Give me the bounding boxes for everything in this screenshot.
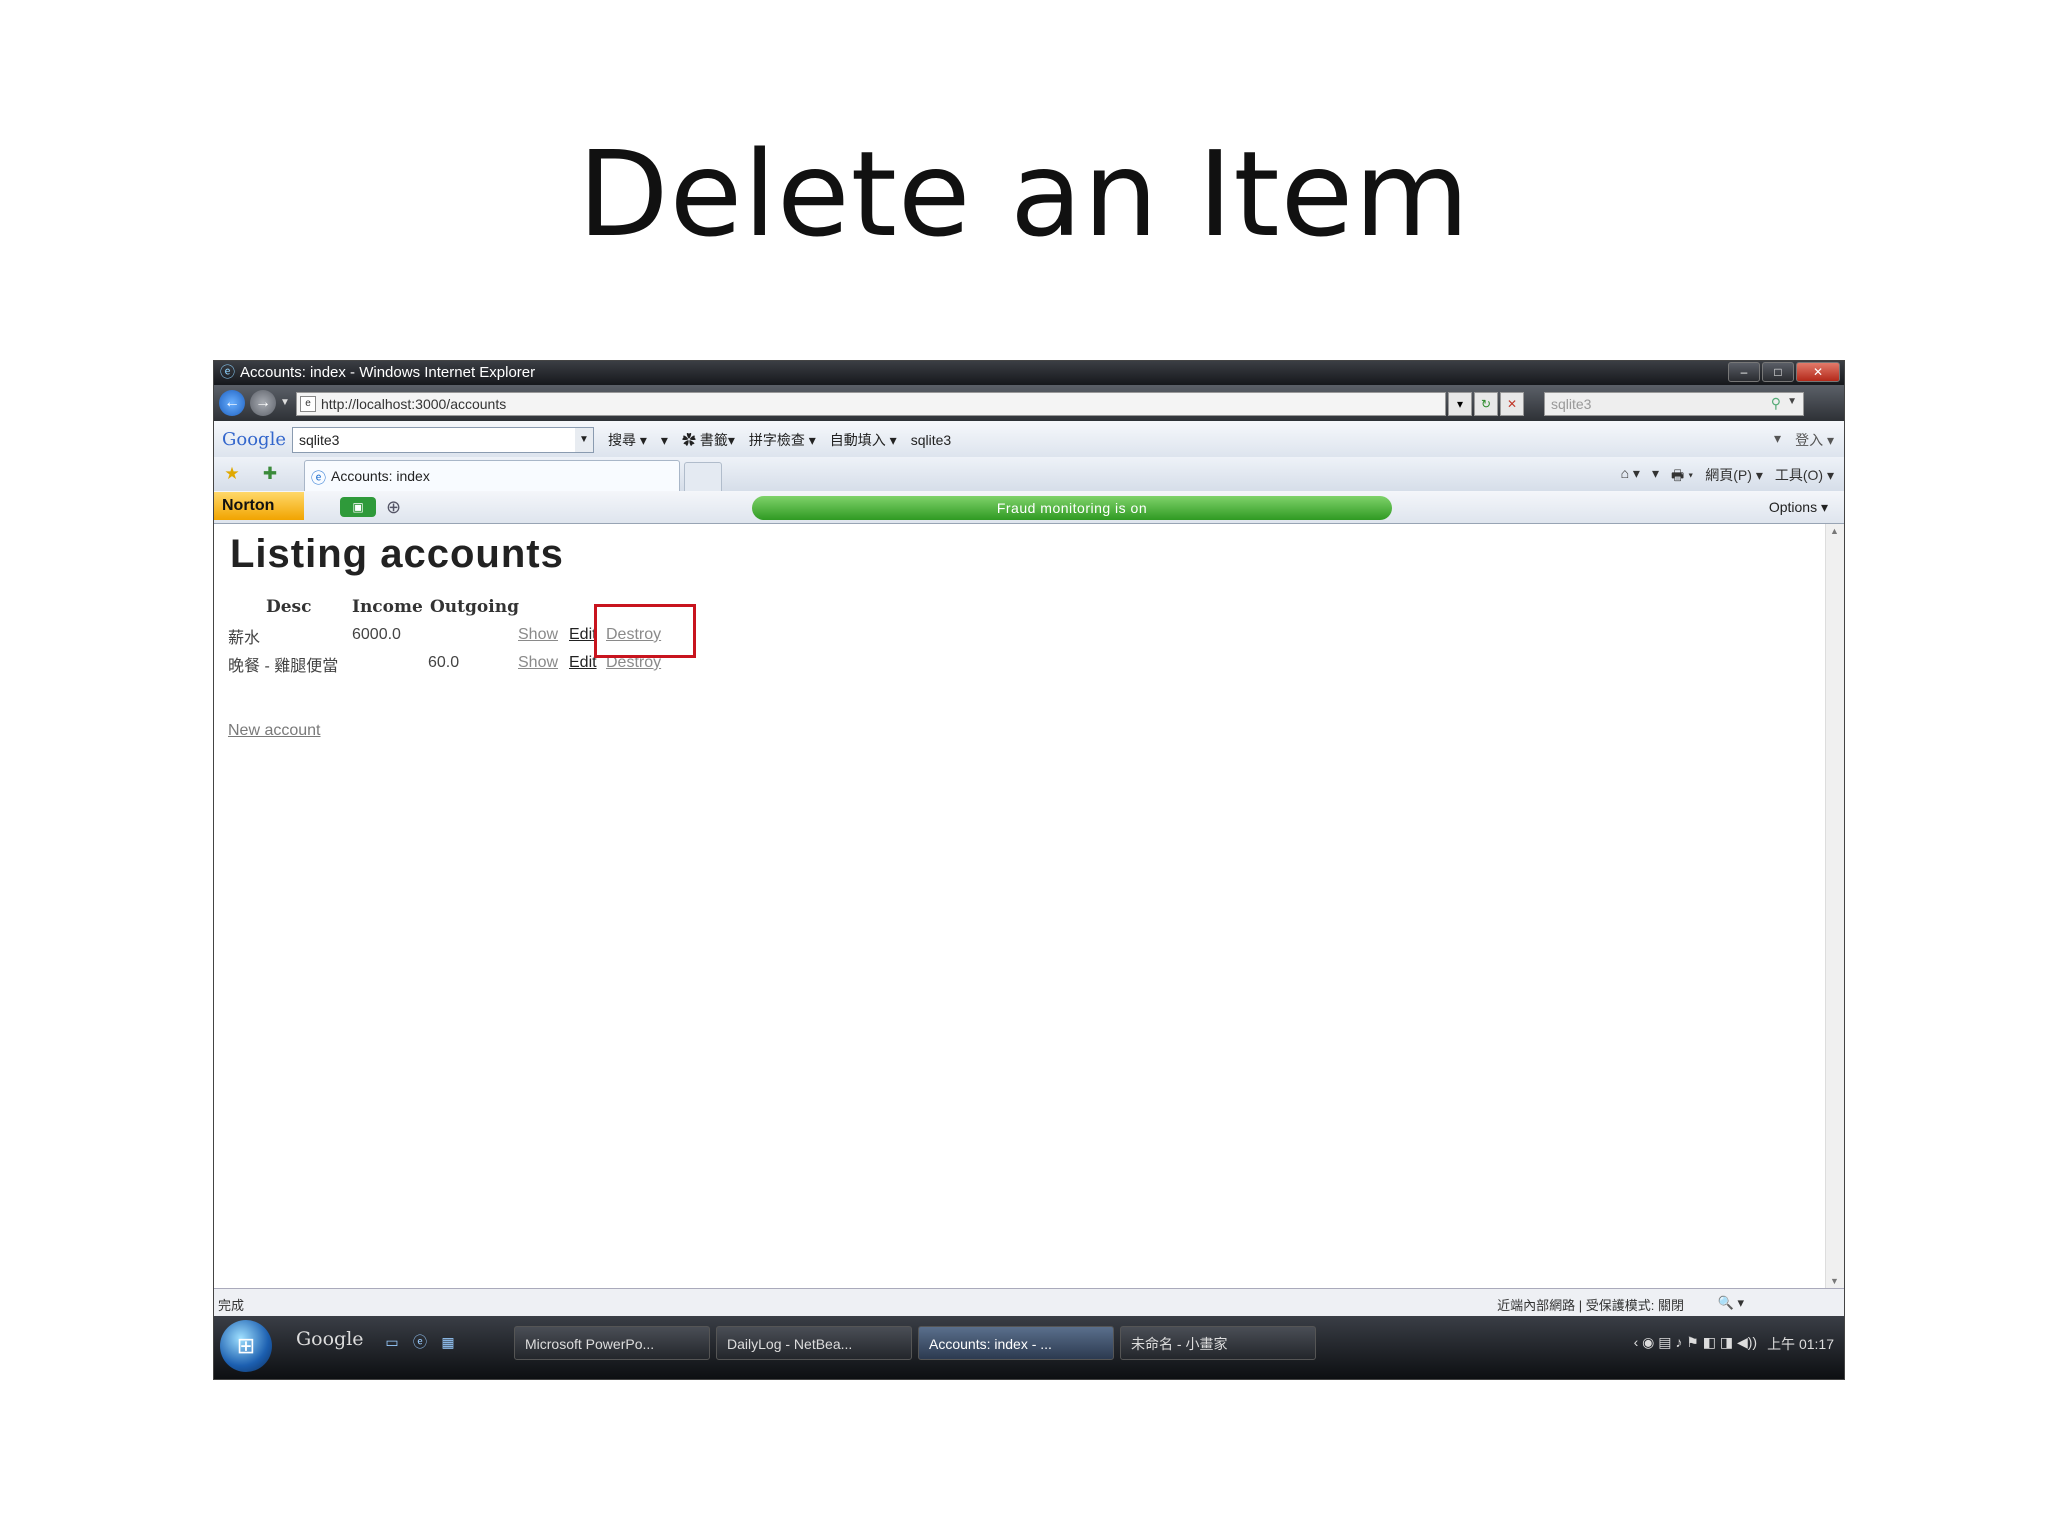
fraud-monitoring-status[interactable]: Fraud monitoring is on — [752, 496, 1392, 520]
stop-icon[interactable]: ✕ — [1500, 392, 1524, 416]
google-highlight-term[interactable]: sqlite3 — [911, 432, 951, 448]
taskbar: ⊞ Google ▭ ⓔ ▦ Microsoft PowerPo... Dail… — [214, 1316, 1844, 1379]
google-search-box[interactable]: sqlite3 ▼ — [292, 427, 594, 453]
row-2-edit-link[interactable]: Edit — [569, 654, 597, 672]
back-button[interactable]: ← — [219, 390, 245, 416]
destroy-highlight-box — [594, 604, 696, 658]
google-toolbar: Google sqlite3 ▼ 搜尋 ▾ ▾ ✿ 書籤▾ 拼字檢查 ▾ 自動填… — [214, 421, 1844, 458]
start-button[interactable]: ⊞ — [220, 1320, 272, 1372]
tools-menu-button[interactable]: 工具(O) ▾ — [1775, 465, 1834, 489]
tab-bar: ★ ✚ ⓔ Accounts: index ⌂ ▾ ▾ 🖶 ▾ 網頁(P) ▾ … — [214, 457, 1844, 492]
google-search-input[interactable]: sqlite3 — [299, 432, 339, 448]
search-icon[interactable]: ⚲ — [1771, 395, 1781, 412]
row-1-desc: 薪水 — [228, 630, 261, 647]
taskbar-netbeans[interactable]: DailyLog - NetBea... — [716, 1326, 912, 1360]
show-desktop-icon[interactable]: ▭ — [382, 1332, 402, 1352]
status-bar: 完成 近端內部網路 | 受保護模式: 關閉 🔍 ▾ — [214, 1288, 1844, 1317]
command-bar: ⌂ ▾ ▾ 🖶 ▾ 網頁(P) ▾ 工具(O) ▾ — [1621, 465, 1834, 489]
google-search-button[interactable]: 搜尋 ▾ — [608, 430, 647, 450]
google-toolbar-right: ▾ 登入 ▾ — [1774, 430, 1834, 450]
taskbar-accounts-index[interactable]: Accounts: index - ... — [918, 1326, 1114, 1360]
ie-icon: ⓔ — [220, 364, 236, 381]
switch-windows-icon[interactable]: ▦ — [438, 1332, 458, 1352]
google-logo[interactable]: Google — [222, 429, 286, 450]
new-account-link[interactable]: New account — [228, 722, 321, 740]
ie-tab-icon: ⓔ — [311, 470, 327, 487]
history-dropdown-icon[interactable]: ▼ — [280, 397, 290, 408]
title-bar: ⓔ Accounts: index - Windows Internet Exp… — [214, 361, 1844, 385]
google-toolbar-items: 搜尋 ▾ ▾ ✿ 書籤▾ 拼字檢查 ▾ 自動填入 ▾ sqlite3 — [608, 430, 951, 450]
row-1-edit-link[interactable]: Edit — [569, 626, 597, 644]
forward-button[interactable]: → — [250, 390, 276, 416]
vertical-scrollbar[interactable]: ▲ ▼ — [1825, 524, 1844, 1288]
system-tray: ‹ ◉ ▤ ♪ ⚑ ◧ ◨ ◀)) 上午 01:17 — [1634, 1334, 1834, 1354]
google-search-dropdown-icon[interactable]: ▼ — [575, 428, 593, 452]
google-spellcheck-button[interactable]: 拼字檢查 ▾ — [749, 430, 816, 450]
tab-accounts-index[interactable]: ⓔ Accounts: index — [304, 460, 680, 491]
home-button[interactable]: ⌂ ▾ — [1621, 465, 1640, 489]
column-header-income: Income — [352, 597, 423, 617]
navigation-bar: ← → ▼ e http://localhost:3000/accounts ▾… — [214, 385, 1844, 421]
ie-quick-launch-icon[interactable]: ⓔ — [410, 1332, 430, 1352]
address-url[interactable]: http://localhost:3000/accounts — [321, 396, 506, 412]
row-2-desc: 晚餐 - 雞腿便當 — [228, 658, 339, 675]
add-favorites-icon[interactable]: ✚ — [260, 464, 280, 484]
row-2-outgoing: 60.0 — [428, 654, 460, 671]
row-1-show-link[interactable]: Show — [518, 626, 558, 644]
slide-title: Delete an Item — [577, 125, 1471, 263]
zoom-control[interactable]: 🔍 ▾ — [1718, 1295, 1744, 1311]
address-bar[interactable]: e http://localhost:3000/accounts — [296, 392, 1446, 416]
minimize-button[interactable]: – — [1728, 362, 1760, 382]
security-zone[interactable]: 近端內部網路 | 受保護模式: 關閉 — [1497, 1295, 1684, 1314]
google-bookmarks-button[interactable]: ✿ 書籤▾ — [682, 430, 735, 450]
search-dropdown-icon[interactable]: ▼ — [1787, 396, 1797, 407]
google-autofill-button[interactable]: 自動填入 ▾ — [830, 430, 897, 450]
scroll-up-icon[interactable]: ▲ — [1830, 526, 1839, 536]
address-dropdown-icon[interactable]: ▾ — [1448, 392, 1472, 416]
page-heading: Listing accounts — [230, 532, 564, 576]
feeds-button[interactable]: ▾ — [1652, 465, 1659, 489]
tray-icons[interactable]: ‹ ◉ ▤ ♪ ⚑ ◧ ◨ ◀)) — [1634, 1334, 1757, 1354]
taskbar-powerpoint[interactable]: Microsoft PowerPo... — [514, 1326, 710, 1360]
scroll-down-icon[interactable]: ▼ — [1830, 1276, 1839, 1286]
page-icon: e — [300, 396, 316, 412]
norton-toolbar: Norton ▣ ⊕ Fraud monitoring is on Option… — [214, 491, 1844, 524]
row-1-income: 6000.0 — [352, 626, 401, 643]
row-2-show-link[interactable]: Show — [518, 654, 558, 672]
live-search-box[interactable]: sqlite3 ⚲ ▼ — [1544, 392, 1804, 416]
google-signin-button[interactable]: 登入 ▾ — [1795, 430, 1834, 450]
page-content: Listing accounts Desc Income Outgoing 薪水… — [214, 524, 1826, 1288]
browser-window: ⓔ Accounts: index - Windows Internet Exp… — [213, 360, 1845, 1380]
maximize-button[interactable]: □ — [1762, 362, 1794, 382]
window-title: Accounts: index - Windows Internet Explo… — [240, 364, 536, 381]
taskbar-google-search[interactable]: Google — [296, 1328, 366, 1358]
column-header-desc: Desc — [266, 597, 312, 617]
quick-launch: ▭ ⓔ ▦ — [382, 1332, 458, 1352]
clock[interactable]: 上午 01:17 — [1767, 1334, 1834, 1354]
refresh-icon[interactable]: ↻ — [1474, 392, 1498, 416]
close-button[interactable]: ✕ — [1796, 362, 1840, 382]
google-toolbar-dropdown[interactable]: ▾ — [661, 432, 668, 449]
column-header-outgoing: Outgoing — [430, 597, 519, 617]
print-button[interactable]: 🖶 ▾ — [1671, 465, 1693, 489]
identity-safe-icon[interactable]: ▣ — [340, 497, 376, 517]
taskbar-paint[interactable]: 未命名 - 小畫家 — [1120, 1326, 1316, 1360]
norton-logo[interactable]: Norton — [214, 492, 304, 520]
status-text: 完成 — [218, 1298, 245, 1313]
globe-icon[interactable]: ⊕ — [386, 496, 408, 518]
window-controls: – □ ✕ — [1728, 362, 1840, 382]
tab-title: Accounts: index — [331, 468, 430, 484]
address-buttons: ▾ ↻ ✕ — [1448, 392, 1524, 416]
live-search-input[interactable]: sqlite3 — [1551, 396, 1591, 412]
norton-options-button[interactable]: Options ▾ — [1769, 499, 1828, 516]
page-menu-button[interactable]: 網頁(P) ▾ — [1705, 465, 1763, 489]
new-tab-button[interactable] — [684, 462, 722, 492]
favorites-star-icon[interactable]: ★ — [222, 464, 242, 484]
google-settings-icon[interactable]: ▾ — [1774, 430, 1781, 450]
